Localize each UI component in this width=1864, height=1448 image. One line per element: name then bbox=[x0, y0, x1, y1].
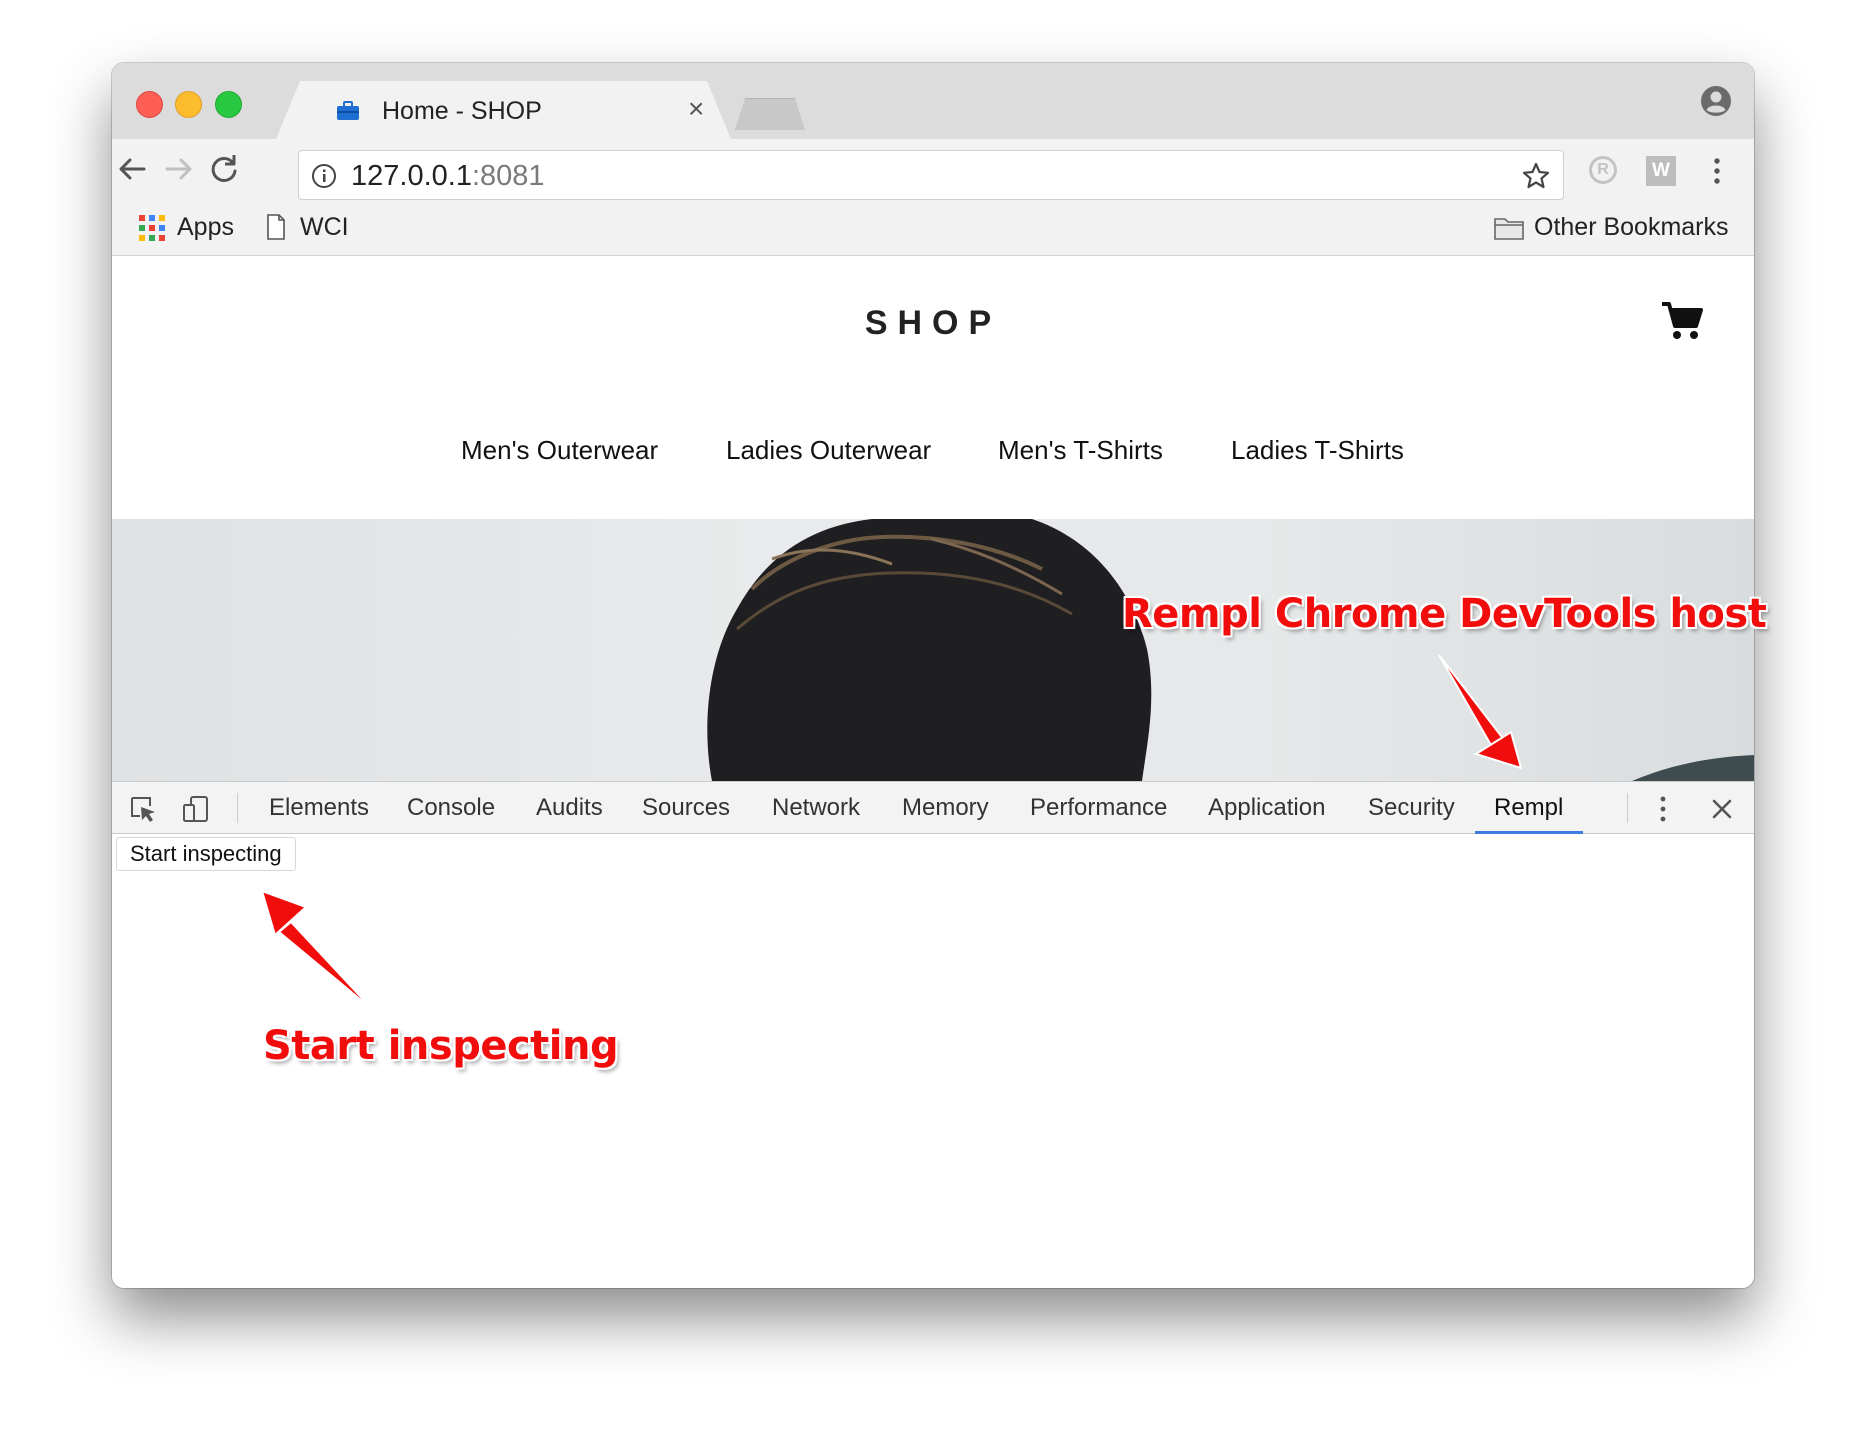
url-port: :8081 bbox=[471, 160, 545, 192]
extension-r-icon[interactable]: R bbox=[1589, 156, 1617, 184]
devtools-tab-console[interactable]: Console bbox=[407, 794, 495, 822]
devtools-separator bbox=[1627, 793, 1628, 823]
info-icon[interactable] bbox=[311, 163, 337, 189]
devtools-tab-memory[interactable]: Memory bbox=[902, 794, 989, 822]
zoom-window-button[interactable] bbox=[215, 91, 242, 118]
tab-close-icon[interactable]: × bbox=[688, 93, 704, 125]
bookmark-star-icon[interactable] bbox=[1521, 161, 1551, 191]
profile-icon[interactable] bbox=[1700, 85, 1732, 117]
browser-tab-home[interactable]: Home - SHOP × bbox=[276, 81, 731, 139]
address-bar[interactable]: 127.0.0.1:8081 bbox=[298, 150, 1564, 200]
nav-ladies-tshirts[interactable]: Ladies T-Shirts bbox=[1231, 435, 1404, 466]
devtools-tab-elements[interactable]: Elements bbox=[269, 794, 369, 822]
reload-icon[interactable] bbox=[204, 149, 244, 189]
devtools-close-icon[interactable] bbox=[1708, 795, 1736, 823]
devtools-tab-rempl[interactable]: Rempl bbox=[1494, 794, 1563, 822]
folder-icon bbox=[1494, 218, 1524, 240]
device-toolbar-icon[interactable] bbox=[182, 795, 210, 823]
hero-head-image bbox=[707, 519, 1754, 781]
browser-window: Home - SHOP × 127.0.0.1:8081 R W Apps WC… bbox=[112, 63, 1754, 1288]
hero-image bbox=[112, 519, 1754, 781]
apps-grid-icon[interactable] bbox=[139, 215, 165, 241]
shop-favicon-icon bbox=[337, 101, 359, 120]
devtools-tab-network[interactable]: Network bbox=[772, 794, 860, 822]
extension-w-icon[interactable]: W bbox=[1646, 156, 1676, 186]
url-host: 127.0.0.1 bbox=[351, 160, 472, 192]
tab-strip: Home - SHOP × bbox=[112, 63, 1754, 139]
bookmark-apps[interactable]: Apps bbox=[177, 213, 234, 242]
back-arrow-icon[interactable] bbox=[112, 149, 152, 189]
devtools-tab-application[interactable]: Application bbox=[1208, 794, 1325, 822]
forward-arrow-icon[interactable] bbox=[159, 149, 199, 189]
minimize-window-button[interactable] bbox=[175, 91, 202, 118]
devtools-tab-sources[interactable]: Sources bbox=[642, 794, 730, 822]
close-window-button[interactable] bbox=[136, 91, 163, 118]
devtools-more-icon[interactable] bbox=[1659, 795, 1667, 823]
chrome-menu-icon[interactable] bbox=[1712, 156, 1722, 186]
browser-toolbar: 127.0.0.1:8081 R W bbox=[112, 139, 1754, 201]
new-tab-button[interactable] bbox=[735, 98, 805, 130]
shopping-cart-icon[interactable] bbox=[1660, 300, 1704, 342]
nav-mens-outerwear[interactable]: Men's Outerwear bbox=[461, 435, 658, 466]
nav-mens-tshirts[interactable]: Men's T-Shirts bbox=[998, 435, 1163, 466]
shop-page: SHOP Men's Outerwear Ladies Outerwear Me… bbox=[112, 256, 1754, 781]
devtools-tab-performance[interactable]: Performance bbox=[1030, 794, 1167, 822]
start-inspecting-button[interactable]: Start inspecting bbox=[116, 837, 296, 871]
tab-title: Home - SHOP bbox=[382, 97, 542, 125]
devtools-tab-audits[interactable]: Audits bbox=[536, 794, 603, 822]
devtools-separator bbox=[237, 793, 238, 823]
nav-ladies-outerwear[interactable]: Ladies Outerwear bbox=[726, 435, 931, 466]
bookmark-wci[interactable]: WCI bbox=[300, 213, 349, 242]
active-tab-indicator bbox=[1475, 831, 1583, 834]
devtools-tab-security[interactable]: Security bbox=[1368, 794, 1455, 822]
url-text: 127.0.0.1:8081 bbox=[351, 160, 545, 193]
annotation-start-inspecting: Start inspecting bbox=[263, 1023, 619, 1069]
inspect-element-icon[interactable] bbox=[129, 795, 157, 823]
annotation-rempl-host: Rempl Chrome DevTools host bbox=[1122, 591, 1767, 637]
page-icon bbox=[267, 214, 285, 240]
page-title[interactable]: SHOP bbox=[112, 304, 1754, 343]
bookmark-other[interactable]: Other Bookmarks bbox=[1534, 213, 1729, 242]
bookmarks-bar: Apps WCI Other Bookmarks bbox=[112, 201, 1754, 256]
devtools-tabbar: Elements Console Audits Sources Network … bbox=[112, 781, 1754, 834]
